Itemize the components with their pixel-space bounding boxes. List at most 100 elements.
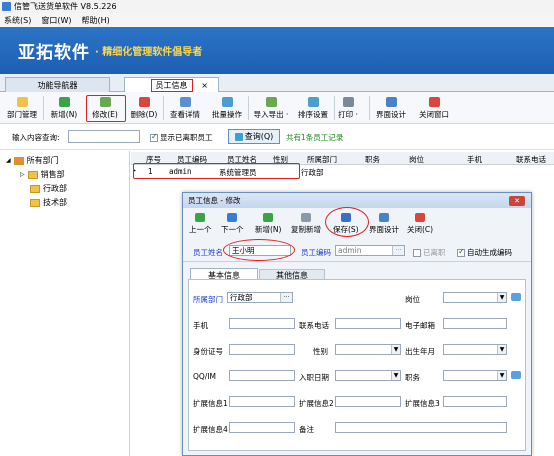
tab-close-icon[interactable]: ×: [201, 81, 208, 90]
mobile-input[interactable]: [229, 318, 295, 329]
ext2-input[interactable]: [335, 396, 401, 407]
birth-select[interactable]: ▼: [443, 344, 507, 355]
checkbox-icon: [150, 132, 158, 142]
dialog-toolbar-button-5[interactable]: 界面设计: [369, 213, 399, 235]
app-title: 信管飞送货单软件 V8.5.226: [14, 2, 117, 11]
ext3-label: 扩展信息3: [405, 399, 440, 408]
ext1-label: 扩展信息1: [193, 399, 228, 408]
batch-icon: [221, 97, 233, 107]
gender-select[interactable]: ▼: [335, 344, 401, 355]
phone-label: 联系电话: [299, 321, 329, 330]
duty-select[interactable]: ▼: [443, 370, 507, 381]
search-input[interactable]: [68, 130, 140, 143]
highlight-name: [223, 239, 295, 261]
toolbar-button-9[interactable]: 界面设计: [372, 94, 410, 122]
toolbar-button-0[interactable]: 部门管理: [2, 94, 42, 122]
dialog-toolbar-label: 关闭(C): [407, 225, 434, 234]
col-title[interactable]: 职务: [365, 154, 380, 165]
query-button[interactable]: 查询(Q): [228, 129, 280, 144]
toolbar-button-label: 导入导出 ·: [253, 110, 289, 119]
menu-system[interactable]: 系统(S): [4, 15, 31, 26]
employee-code-input[interactable]: admin ···: [335, 245, 405, 256]
design-icon: [385, 97, 397, 107]
toolbar-button-1[interactable]: 新增(N): [45, 94, 83, 122]
dept-label: 所属部门: [193, 295, 223, 304]
tab-navigator-label: 功能导航器: [37, 80, 78, 90]
dialog-toolbar-button-2[interactable]: 新增(N): [255, 213, 281, 235]
toolbar-button-5[interactable]: 批量操作: [207, 94, 247, 122]
settings-icon[interactable]: [511, 293, 521, 301]
note-input[interactable]: [335, 422, 507, 433]
dialog-toolbar-label: 新增(N): [255, 225, 282, 234]
folder-icon: [27, 170, 38, 179]
dialog-toolbar-button-1[interactable]: 下一个: [221, 213, 244, 235]
toolbar-button-8[interactable]: 打印 ·: [328, 94, 368, 122]
toolbar-separator: [248, 96, 249, 120]
id-input[interactable]: [229, 344, 295, 355]
col-phone[interactable]: 联系电话: [516, 154, 546, 165]
toolbar-button-6[interactable]: 导入导出 ·: [250, 94, 292, 122]
menu-window[interactable]: 窗口(W): [41, 15, 71, 26]
search-label: 输入内容查询:: [12, 133, 60, 142]
dept-input[interactable]: 行政部 ···: [227, 292, 293, 303]
code-picker-button[interactable]: ···: [392, 246, 404, 255]
ext1-input[interactable]: [229, 396, 295, 407]
folder-icon: [30, 184, 40, 193]
tab-strip: 功能导航器 员工信息 ×: [0, 74, 554, 92]
tree-item-sales[interactable]: ▷ 销售部: [20, 169, 65, 180]
expand-icon[interactable]: ▷: [20, 171, 25, 178]
position-select[interactable]: ▼: [443, 292, 507, 303]
dialog-toolbar-button-0[interactable]: 上一个: [189, 213, 212, 235]
collapse-icon[interactable]: ◢: [6, 157, 11, 164]
dept-value: 行政部: [230, 293, 253, 302]
settings-icon[interactable]: [511, 371, 521, 379]
department-tree: ◢ 所有部门 ▷ 销售部 行政部 技术部: [0, 151, 130, 456]
phone-input[interactable]: [335, 318, 401, 329]
toolbar-button-7[interactable]: 排序设置: [293, 94, 333, 122]
tree-item-label: 销售部: [40, 170, 65, 179]
menu-help[interactable]: 帮助(H): [81, 15, 109, 26]
dialog-close-button[interactable]: ✕: [509, 196, 525, 206]
hire-date-select[interactable]: ▼: [335, 370, 401, 381]
checkbox-icon: [413, 249, 421, 257]
edit-employee-dialog: 员工信息 - 修改 ✕ 员工姓名 王小明 员工编码 admin ··· 已离职 …: [182, 192, 532, 456]
highlight-save-button: [325, 207, 369, 237]
qq-input[interactable]: [229, 370, 295, 381]
tab-navigator[interactable]: 功能导航器: [5, 77, 110, 92]
tab-employee-info[interactable]: 员工信息 ×: [124, 77, 219, 92]
banner: 亚拓软件 · 精细化管理软件倡导者: [0, 27, 554, 74]
toolbar-button-label: 界面设计: [376, 110, 406, 119]
dept-picker-button[interactable]: ···: [280, 293, 292, 302]
resigned-checkbox[interactable]: 已离职: [413, 247, 446, 258]
mobile-label: 手机: [193, 321, 208, 330]
birth-label: 出生年月: [405, 347, 435, 356]
toolbar-button-label: 删除(D): [130, 110, 158, 119]
add-icon: [58, 97, 70, 107]
email-input[interactable]: [443, 318, 507, 329]
dialog-toolbar-button-6[interactable]: 关闭(C): [407, 213, 433, 235]
ext4-input[interactable]: [229, 422, 295, 433]
email-label: 电子邮箱: [405, 321, 435, 330]
toolbar-button-10[interactable]: 关闭窗口: [414, 94, 454, 122]
checkbox-icon: [457, 247, 465, 257]
show-resigned-checkbox[interactable]: 显示已离职员工: [150, 132, 213, 143]
menu-bar: 系统(S) 窗口(W) 帮助(H): [0, 13, 554, 27]
tree-root[interactable]: ◢ 所有部门: [6, 155, 59, 166]
tree-item-label: 行政部: [43, 184, 67, 193]
tree-item-tech[interactable]: 技术部: [30, 197, 67, 208]
col-post[interactable]: 岗位: [409, 154, 424, 165]
search-bar: 输入内容查询: 显示已离职员工 查询(Q) 共有1条员工记录: [0, 124, 554, 150]
toolbar-button-label: 新增(N): [50, 110, 78, 119]
col-dept[interactable]: 所属部门: [307, 154, 337, 165]
id-label: 身份证号: [193, 347, 223, 356]
ext3-input[interactable]: [443, 396, 507, 407]
toolbar-button-4[interactable]: 查看详情: [165, 94, 205, 122]
toolbar-separator: [369, 96, 370, 120]
toolbar-button-3[interactable]: 删除(D): [126, 94, 162, 122]
hire-label: 入职日期: [299, 373, 329, 382]
tree-item-admin[interactable]: 行政部: [30, 183, 67, 194]
col-mobile[interactable]: 手机: [467, 154, 482, 165]
basic-info-panel: 所属部门 行政部 ··· 岗位 ▼ 手机 联系电话 电子邮箱 身份证号 性别 ▼ …: [188, 279, 526, 451]
dialog-toolbar-button-3[interactable]: 复制新增: [291, 213, 321, 235]
autocode-checkbox[interactable]: 自动生成编码: [457, 247, 512, 258]
